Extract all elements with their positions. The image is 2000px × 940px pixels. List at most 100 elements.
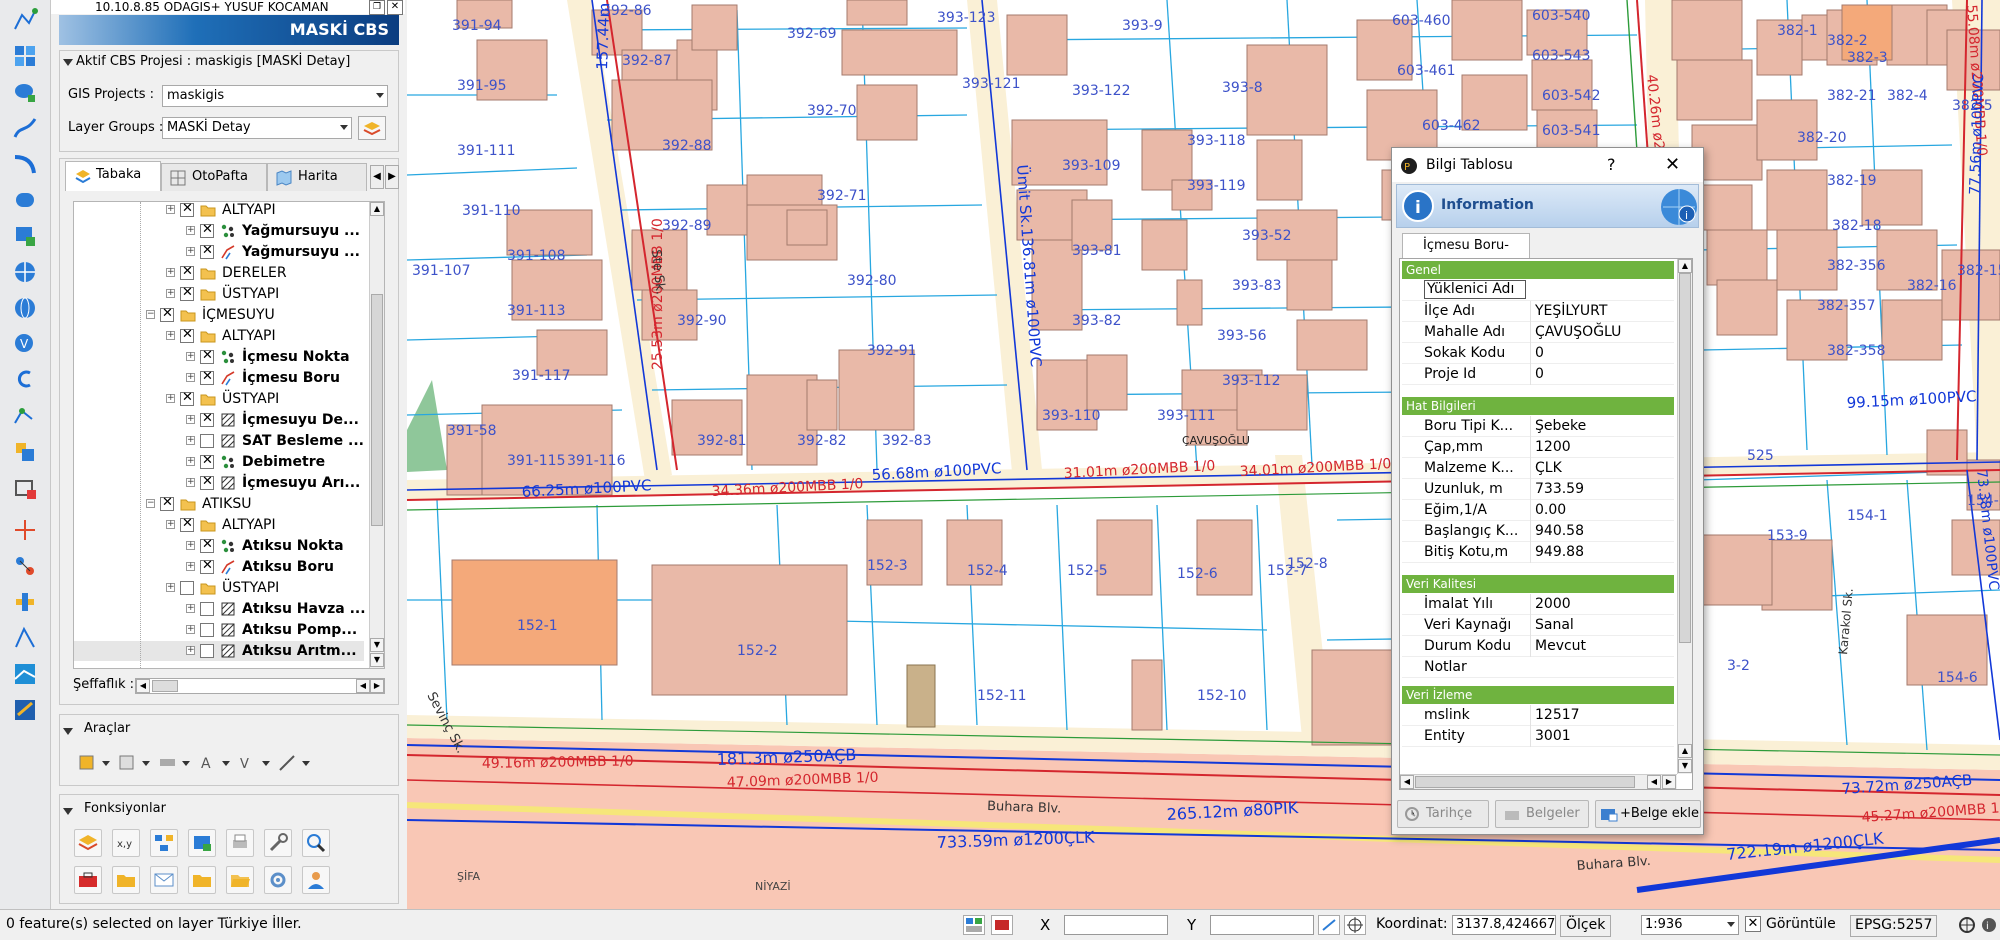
draw-line-icon[interactable] [11,114,39,142]
grid-scrollbar[interactable]: ▲ ▲ ▼ [1677,259,1692,774]
y-input[interactable] [1210,915,1314,935]
expand-icon[interactable]: + [186,373,195,382]
property-row[interactable]: Eğim,1/A 0.00 [1402,500,1674,521]
layer-tree-item[interactable]: + Yağmursuyu ... [74,221,364,241]
layer-tree-item[interactable]: − İÇMESUYU [74,305,364,325]
layer-tree-item[interactable]: + ALTYAPI [74,202,364,220]
scroll-down-button[interactable]: ▼ [370,638,384,652]
documents-button[interactable]: Belgeler [1495,800,1589,828]
print-function-button[interactable] [226,829,254,857]
text-tool-icon[interactable]: A [198,754,234,772]
split-icon[interactable] [11,516,39,544]
layer-tree-item[interactable]: + İçmesuyu Arı... [74,473,364,493]
help-button[interactable]: ? [1607,148,1616,182]
layer-tree-item[interactable]: + ÜSTYAPI [74,389,364,409]
goto-icon[interactable] [1318,915,1340,935]
layer-tree-item[interactable]: + DERELER [74,263,364,283]
expand-icon[interactable]: + [186,604,195,613]
gis-projects-select[interactable]: maskigis [162,85,388,107]
layer-checkbox[interactable] [180,581,194,595]
property-value[interactable]: 949.88 [1530,542,1674,563]
property-value[interactable]: 2000 [1530,594,1674,615]
slider-left-button[interactable]: ◀ [136,679,150,693]
layer-checkbox[interactable] [200,412,214,427]
layer-tree-item[interactable]: + ALTYAPI [74,515,364,535]
layer-checkbox[interactable] [200,434,214,448]
section-header[interactable]: Hat Bilgileri [1402,397,1674,415]
select-tool-icon[interactable] [78,754,114,772]
snap-icon[interactable] [11,552,39,580]
map-icon[interactable] [11,660,39,688]
draw-polygon-icon[interactable] [11,222,39,250]
tab-scroll-left-button[interactable]: ◀ [370,165,384,189]
property-row[interactable]: Mahalle Adı ÇAVUŞOĞLU [1402,322,1674,343]
property-value[interactable]: 0 [1530,343,1674,364]
search-function-button[interactable] [302,829,330,857]
dialog-titlebar[interactable]: P Bilgi Tablosu ? ✕ [1392,148,1703,182]
expand-icon[interactable]: + [186,562,195,571]
x-input[interactable] [1064,915,1168,935]
delete-shape-icon[interactable] [11,474,39,502]
layout-icon[interactable] [963,915,985,935]
layer-checkbox[interactable] [200,475,214,490]
expand-icon[interactable]: + [166,583,175,592]
line-tool-icon[interactable] [278,754,314,772]
map-view[interactable]: 391-94 391-95 391-111 391-110 391-108 391-107… [407,0,2000,909]
layer-checkbox[interactable] [160,307,174,322]
tree-scrollbar[interactable]: ▲ ▼ ▼ [369,202,384,668]
crs-settings-icon[interactable] [1958,915,1976,935]
dialog-close-icon[interactable]: ✕ [1665,148,1680,182]
layer-checkbox[interactable] [180,202,194,217]
expand-icon[interactable]: + [186,436,195,445]
layer-checkbox[interactable] [200,244,214,259]
expand-icon[interactable]: + [186,247,195,256]
property-value[interactable]: 0 [1530,364,1674,385]
section-header[interactable]: Veri İzleme [1402,686,1674,704]
layer-checkbox[interactable] [180,286,194,301]
property-row[interactable]: Entity 3001 [1402,726,1674,747]
layer-checkbox[interactable] [180,328,194,343]
layer-tree-item[interactable]: + Atıksu Pomp... [74,620,364,640]
globe-icon[interactable] [11,258,39,286]
property-value[interactable]: 1200 [1530,437,1674,458]
expand-icon[interactable]: + [186,457,195,466]
slider-end-button[interactable]: ▶ [370,679,384,693]
collapse-icon[interactable] [63,808,73,815]
scroll-thumb[interactable] [371,294,383,526]
property-row[interactable]: Sokak Kodu 0 [1402,343,1674,364]
layer-tree-item[interactable]: + Atıksu Arıtm... [74,641,364,661]
vertex-tool-icon[interactable]: V [238,754,274,772]
move-node-icon[interactable] [11,588,39,616]
property-value[interactable]: 12517 [1530,705,1674,726]
hscroll-thumb[interactable] [1415,776,1635,788]
collapse-icon[interactable] [63,59,73,66]
property-row[interactable]: Notlar [1402,657,1674,678]
expand-icon[interactable]: + [166,331,175,340]
slider-thumb[interactable] [152,680,178,692]
expand-icon[interactable]: + [166,394,175,403]
property-row[interactable]: Uzunluk, m 733.59 [1402,479,1674,500]
scroll-up-button[interactable]: ▲ [1678,259,1692,273]
messages-icon[interactable]: i [1980,915,1998,935]
expand-icon[interactable]: + [166,289,175,298]
layer-tree-item[interactable]: + İçmesuyu De... [74,410,364,430]
network-function-button[interactable] [150,829,178,857]
expand-icon[interactable]: + [166,520,175,529]
layer-checkbox[interactable] [180,391,194,406]
expand-icon[interactable]: + [186,478,195,487]
scroll-down-button[interactable]: ▼ [1678,759,1692,773]
record-icon[interactable] [991,915,1013,935]
layer-checkbox[interactable] [200,223,214,238]
expand-icon[interactable]: + [186,415,195,424]
property-row[interactable]: Durum Kodu Mevcut [1402,636,1674,657]
layer-tree-item[interactable]: + ALTYAPI [74,326,364,346]
folder-function-button[interactable] [188,866,216,894]
layer-checkbox[interactable] [200,538,214,553]
layer-checkbox[interactable] [160,496,174,511]
tab-tabaka[interactable]: Tabaka [65,161,161,191]
user-function-button[interactable] [302,866,330,894]
property-value[interactable]: ÇLK [1530,458,1674,479]
xy-function-button[interactable]: x,y [112,829,140,857]
tab-harita[interactable]: Harita [267,163,367,191]
restore-icon[interactable]: ❐ [369,0,385,15]
